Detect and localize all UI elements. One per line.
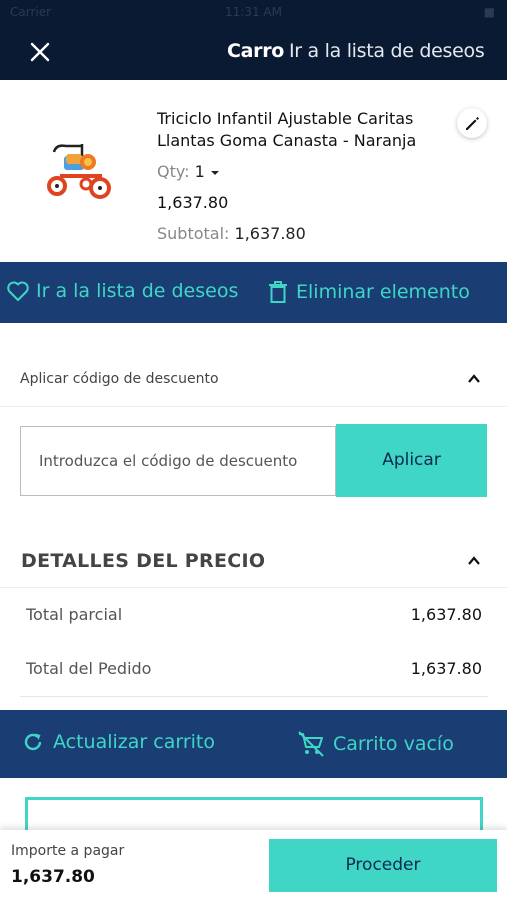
caret-down-icon (210, 170, 219, 175)
amount-value: 1,637.80 (11, 867, 95, 887)
refresh-icon (24, 733, 42, 751)
update-cart-label: Actualizar carrito (53, 731, 216, 753)
qty-value: 1 (194, 162, 205, 181)
top-bar: Carro Ir a la lista de deseos (0, 24, 507, 80)
chevron-up-icon (468, 556, 480, 565)
discount-header-label: Aplicar código de descuento (20, 371, 219, 387)
wishlist-link[interactable]: Ir a la lista de deseos (289, 40, 485, 62)
pencil-icon (466, 117, 479, 130)
product-name[interactable]: Triciclo Infantil Ajustable Caritas Llan… (157, 108, 457, 152)
price-row-label: Total parcial (26, 605, 123, 624)
product-image[interactable] (42, 136, 116, 206)
quantity-selector[interactable]: Qty: 1 (157, 162, 220, 181)
status-bar: Carrier 11:31 AM ■ (0, 0, 507, 24)
move-to-wishlist-label: Ir a la lista de deseos (36, 280, 239, 302)
status-time: 11:31 AM (225, 5, 282, 19)
page-title: Carro (227, 40, 285, 62)
price-details-header[interactable]: DETALLES DEL PRECIO (0, 534, 507, 588)
discount-code-input[interactable]: Introduzca el código de descuento (20, 426, 336, 496)
chevron-up-icon (468, 374, 480, 383)
item-price: 1,637.80 (157, 193, 229, 212)
cart-off-icon (298, 731, 324, 757)
price-details-title: DETALLES DEL PRECIO (21, 550, 266, 572)
divider (20, 696, 488, 697)
update-cart-button[interactable]: Actualizar carrito (22, 731, 215, 753)
cart-actions-bar: Actualizar carrito Carrito vacío (0, 710, 507, 778)
cart-item: Triciclo Infantil Ajustable Caritas Llan… (0, 80, 507, 262)
item-subtotal: Subtotal: 1,637.80 (157, 224, 306, 243)
battery-icon: ■ (483, 5, 495, 19)
empty-cart-button[interactable]: Carrito vacío (297, 731, 454, 757)
price-row-value: 1,637.80 (410, 605, 482, 624)
empty-cart-label: Carrito vacío (333, 733, 454, 755)
price-row-subtotal: Total parcial 1,637.80 (26, 605, 482, 624)
remove-item-button[interactable]: Eliminar elemento (268, 280, 470, 304)
discount-section-header[interactable]: Aplicar código de descuento (0, 352, 507, 407)
checkout-footer: Importe a pagar 1,637.80 Proceder (0, 830, 507, 900)
price-row-label: Total del Pedido (26, 659, 152, 678)
price-row-value: 1,637.80 (410, 659, 482, 678)
trash-icon (269, 281, 287, 303)
amount-label: Importe a pagar (11, 843, 125, 859)
subtotal-value: 1,637.80 (234, 224, 306, 243)
edit-button[interactable] (457, 108, 487, 138)
subtotal-label: Subtotal: (157, 224, 230, 243)
heart-icon (7, 281, 29, 301)
item-actions-bar: Ir a la lista de deseos Eliminar element… (0, 262, 507, 323)
proceed-button[interactable]: Proceder (269, 839, 497, 892)
remove-item-label: Eliminar elemento (296, 281, 470, 303)
qty-label: Qty: (157, 162, 190, 181)
price-row-order-total: Total del Pedido 1,637.80 (26, 659, 482, 678)
apply-discount-button[interactable]: Aplicar (336, 424, 487, 497)
move-to-wishlist-button[interactable]: Ir a la lista de deseos (6, 280, 238, 302)
close-icon[interactable] (26, 38, 54, 66)
